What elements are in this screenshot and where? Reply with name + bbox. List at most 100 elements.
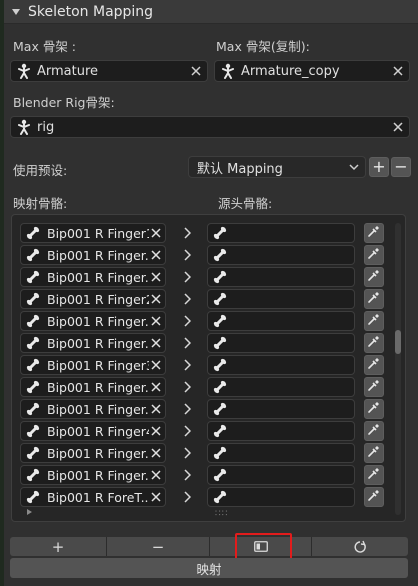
- clear-bone-icon[interactable]: [149, 336, 163, 350]
- clear-max-skeleton-copy-icon[interactable]: [389, 62, 407, 80]
- eyedropper-button[interactable]: [364, 399, 384, 419]
- target-bone-field[interactable]: [207, 267, 355, 287]
- chevron-right-icon: [180, 269, 194, 285]
- eyedropper-icon: [367, 246, 381, 264]
- refresh-button[interactable]: [312, 537, 408, 556]
- target-bone-field[interactable]: [207, 399, 355, 419]
- target-bone-field[interactable]: [207, 333, 355, 353]
- clear-bone-icon[interactable]: [149, 292, 163, 306]
- source-bone-field[interactable]: Bip001 R Finger...: [20, 245, 166, 265]
- target-bone-field[interactable]: [207, 245, 355, 265]
- remove-row-button[interactable]: −: [107, 537, 210, 556]
- source-bone-field[interactable]: Bip001 R Finger...: [20, 399, 166, 419]
- bone-row: Bip001 R Finger...: [12, 465, 405, 487]
- eyedropper-button[interactable]: [364, 443, 384, 463]
- preset-label: 使用预设:: [13, 163, 68, 178]
- max-skeleton-copy-field[interactable]: Armature_copy: [214, 60, 410, 82]
- clear-bone-icon[interactable]: [149, 380, 163, 394]
- clear-bone-icon[interactable]: [149, 490, 163, 504]
- eyedropper-button[interactable]: [364, 355, 384, 375]
- target-bone-field[interactable]: [207, 465, 355, 485]
- bone-row: Bip001 R Finger...: [12, 245, 405, 267]
- bone-mapping-list[interactable]: Bip001 R Finger1 Bip001 R Finger... Bip001…: [11, 214, 406, 522]
- eyedropper-button[interactable]: [364, 377, 384, 397]
- eyedropper-button[interactable]: [364, 333, 384, 353]
- source-bone-field[interactable]: Bip001 R Finger2: [20, 289, 166, 309]
- bone-icon: [212, 269, 228, 285]
- source-bone-field[interactable]: Bip001 R Finger...: [20, 333, 166, 353]
- bone-icon: [25, 291, 41, 307]
- source-bone-field[interactable]: Bip001 R Finger...: [20, 267, 166, 287]
- source-bone-field[interactable]: Bip001 R Finger...: [20, 443, 166, 463]
- clear-blender-rig-icon[interactable]: [389, 118, 407, 136]
- bone-icon: [212, 313, 228, 329]
- max-skeleton-copy-value: Armature_copy: [241, 63, 340, 79]
- target-bone-field[interactable]: [207, 289, 355, 309]
- clear-bone-icon[interactable]: [149, 314, 163, 328]
- eyedropper-button[interactable]: [364, 267, 384, 287]
- chevron-right-icon: [180, 225, 194, 241]
- panel-header[interactable]: Skeleton Mapping: [4, 0, 418, 24]
- target-bone-field[interactable]: [207, 223, 355, 243]
- source-bone-field[interactable]: Bip001 R Finger4: [20, 421, 166, 441]
- add-preset-button[interactable]: +: [369, 157, 389, 177]
- clear-bone-icon[interactable]: [149, 468, 163, 482]
- source-bone-field[interactable]: Bip001 R Finger...: [20, 311, 166, 331]
- source-bone-field[interactable]: Bip001 R Finger1: [20, 223, 166, 243]
- clear-bone-icon[interactable]: [149, 446, 163, 460]
- collapse-triangle-icon[interactable]: [12, 8, 20, 15]
- clear-bone-icon[interactable]: [149, 402, 163, 416]
- refresh-icon: [354, 540, 366, 553]
- clear-bone-icon[interactable]: [149, 358, 163, 372]
- blender-rig-field[interactable]: rig: [10, 116, 410, 138]
- map-button[interactable]: 映射: [10, 558, 408, 578]
- clear-bone-icon[interactable]: [149, 424, 163, 438]
- panel-title: Skeleton Mapping: [28, 3, 154, 20]
- preset-dropdown[interactable]: 默认 Mapping: [188, 156, 366, 178]
- list-scroll-thumb[interactable]: [395, 330, 401, 354]
- target-bone-field[interactable]: [207, 487, 355, 507]
- eyedropper-icon: [367, 224, 381, 242]
- bone-icon: [212, 291, 228, 307]
- target-bone-field[interactable]: [207, 355, 355, 375]
- target-bone-field[interactable]: [207, 443, 355, 463]
- list-scrollbar[interactable]: [395, 223, 401, 515]
- source-bone-field[interactable]: Bip001 R Finger3: [20, 355, 166, 375]
- eyedropper-button[interactable]: [364, 465, 384, 485]
- clear-bone-icon[interactable]: [149, 270, 163, 284]
- target-bone-field[interactable]: [207, 311, 355, 331]
- source-bone-name: Bip001 R Finger1: [47, 225, 149, 241]
- list-resize-grip-icon[interactable]: ∷∷: [215, 509, 228, 519]
- bone-row: Bip001 R Finger3: [12, 355, 405, 377]
- bone-icon: [212, 467, 228, 483]
- clear-bone-icon[interactable]: [149, 248, 163, 262]
- eyedropper-button[interactable]: [364, 289, 384, 309]
- source-bone-field[interactable]: Bip001 R Finger...: [20, 465, 166, 485]
- bone-row: Bip001 R ForeT...: [12, 487, 405, 509]
- bone-icon: [25, 467, 41, 483]
- bone-icon: [212, 379, 228, 395]
- source-bone-field[interactable]: Bip001 R ForeT...: [20, 487, 166, 507]
- armature-icon: [15, 118, 33, 136]
- source-bone-name: Bip001 R Finger...: [47, 379, 149, 395]
- max-skeleton-field[interactable]: Armature: [10, 60, 208, 82]
- armature-icon: [219, 62, 237, 80]
- source-bones-header: 源头骨骼:: [218, 196, 273, 211]
- eyedropper-button[interactable]: [364, 487, 384, 507]
- remove-preset-button[interactable]: −: [391, 157, 411, 177]
- clear-bone-icon[interactable]: [149, 226, 163, 240]
- eyedropper-button[interactable]: [364, 223, 384, 243]
- chevron-right-icon: [180, 423, 194, 439]
- eyedropper-button[interactable]: [364, 245, 384, 265]
- target-bone-field[interactable]: [207, 377, 355, 397]
- add-row-button[interactable]: +: [10, 537, 107, 556]
- list-expand-triangle-icon[interactable]: [27, 509, 32, 515]
- left-edge-strip: [0, 0, 4, 586]
- target-bone-field[interactable]: [207, 421, 355, 441]
- eyedropper-button[interactable]: [364, 311, 384, 331]
- clear-max-skeleton-icon[interactable]: [187, 62, 205, 80]
- bone-icon: [212, 489, 228, 505]
- eyedropper-icon: [367, 290, 381, 308]
- eyedropper-button[interactable]: [364, 421, 384, 441]
- source-bone-field[interactable]: Bip001 R Finger...: [20, 377, 166, 397]
